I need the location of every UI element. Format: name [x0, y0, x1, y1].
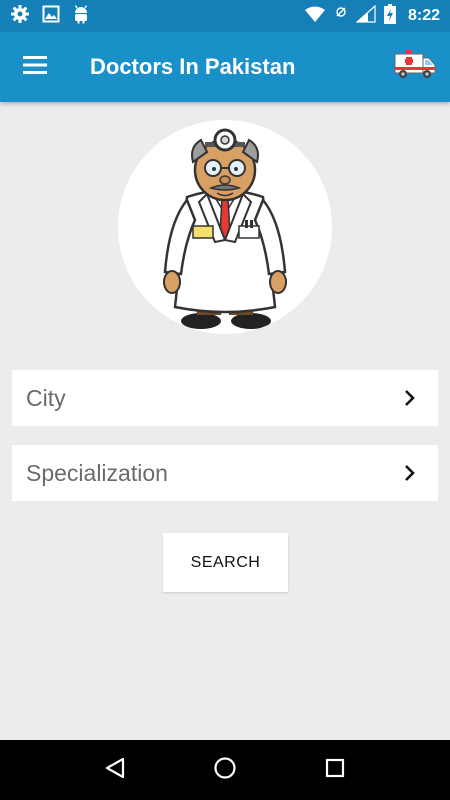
home-button[interactable]: [195, 740, 255, 800]
chevron-right-icon: [404, 389, 416, 407]
back-button[interactable]: [85, 740, 145, 800]
status-time: 8:22: [407, 7, 440, 24]
specialization-selector[interactable]: Specialization: [12, 445, 438, 501]
status-system: 8:22: [304, 3, 450, 29]
app-bar: Doctors In Pakistan: [0, 32, 450, 102]
doctor-cartoon: [163, 128, 287, 329]
status-bar: 8:22: [0, 0, 450, 32]
battery-charging-icon: [383, 3, 396, 29]
wifi-icon: [304, 5, 326, 28]
recents-button[interactable]: [305, 740, 365, 800]
recents-icon: [324, 757, 346, 784]
home-icon: [213, 756, 237, 785]
no-data-icon: [334, 5, 348, 28]
doctor-illustration: [118, 120, 332, 334]
app-title: Doctors In Pakistan: [90, 54, 296, 79]
signal-icon: [355, 4, 376, 28]
ambulance-icon: [393, 49, 437, 86]
image-icon: [42, 5, 60, 28]
specialization-label: Specialization: [26, 459, 168, 486]
back-icon: [104, 757, 126, 784]
city-label: City: [26, 384, 66, 411]
ambulance-button[interactable]: [392, 47, 438, 87]
navigation-bar: [0, 740, 450, 800]
chevron-right-icon: [404, 464, 416, 482]
gear-icon: [10, 4, 30, 29]
hamburger-menu-icon: [23, 55, 47, 80]
city-selector[interactable]: City: [12, 370, 438, 426]
menu-button[interactable]: [0, 32, 70, 102]
android-icon: [72, 4, 90, 29]
search-button[interactable]: SEARCH: [163, 533, 288, 592]
status-notifications: [0, 4, 90, 29]
